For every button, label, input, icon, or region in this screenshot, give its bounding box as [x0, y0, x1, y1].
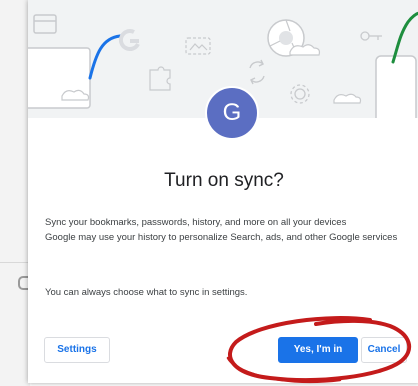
sync-description-line-1: Sync your bookmarks, passwords, history,… — [45, 217, 347, 228]
cloud-icon-right — [333, 93, 362, 104]
background-divider — [0, 262, 28, 263]
sync-curve-green — [391, 11, 418, 64]
sync-description-line-2: Google may use your history to personali… — [45, 232, 398, 243]
sync-curve-blue — [88, 34, 122, 80]
background-page — [0, 0, 30, 386]
sync-icon — [249, 59, 265, 85]
settings-hint: You can always choose what to sync in se… — [45, 287, 248, 298]
dialog-title: Turn on sync? — [164, 170, 284, 191]
sync-description: Sync your bookmarks, passwords, history,… — [45, 215, 405, 245]
gear-icon — [290, 84, 310, 104]
phone-icon — [375, 55, 417, 118]
browser-window-icon — [33, 14, 57, 34]
key-icon — [360, 31, 382, 41]
puzzle-icon — [149, 66, 171, 91]
red-circle-annotation — [226, 316, 412, 383]
settings-button[interactable]: Settings — [44, 337, 110, 363]
laptop-icon — [28, 47, 91, 109]
google-g-icon — [118, 29, 140, 52]
image-card-icon — [185, 37, 211, 55]
background-glyph — [18, 276, 28, 290]
account-avatar: G — [205, 86, 259, 140]
cloud-icon — [289, 44, 321, 56]
